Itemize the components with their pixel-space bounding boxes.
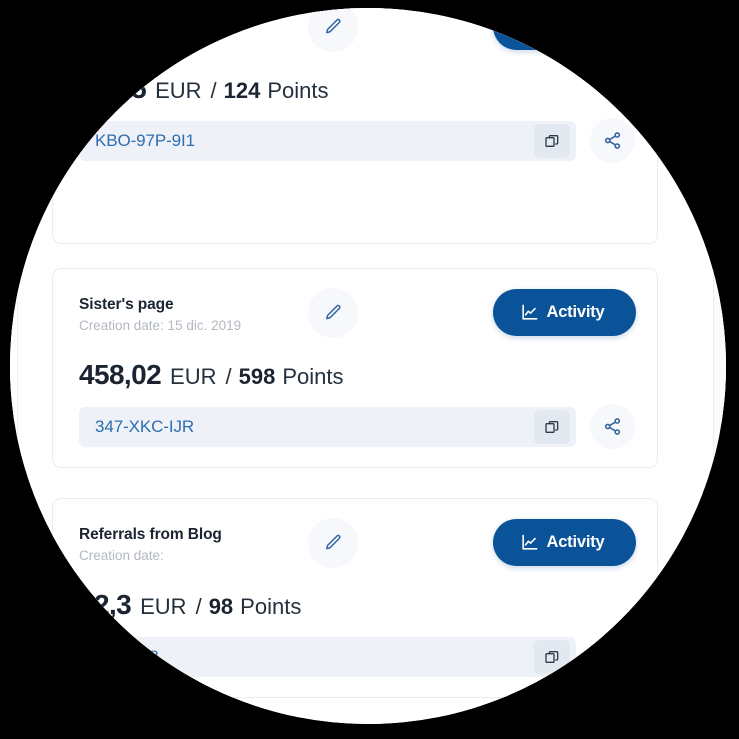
card-creation-date: Creation date: 15 dic. 2019	[79, 318, 242, 333]
amount-separator: /	[210, 78, 217, 103]
share-button[interactable]	[590, 634, 635, 679]
card-title: Referrals from Blog	[79, 526, 222, 543]
line-chart-icon	[520, 533, 539, 552]
points-value: 598	[238, 364, 276, 389]
amount-row: 23,45 EUR / 124 Points	[79, 73, 329, 105]
circular-mask-window: page ion date: 8 jul. 2020 Activity 23,4…	[10, 8, 726, 724]
activity-button-label: Activity	[546, 533, 605, 551]
amount-value: 12,3	[79, 589, 132, 620]
share-button[interactable]	[590, 404, 635, 449]
currency-label: EUR	[140, 594, 187, 619]
background-panel-right	[713, 8, 726, 724]
copy-button[interactable]	[534, 409, 570, 444]
referral-code-row: KBO-97P-9I1	[79, 118, 635, 163]
pencil-icon	[323, 303, 343, 323]
share-nodes-icon	[603, 131, 622, 150]
pencil-icon	[323, 533, 343, 553]
card-title-block: page ion date: 8 jul. 2020	[79, 9, 197, 49]
currency-label: EUR	[155, 78, 202, 103]
activity-button[interactable]: Activity	[493, 289, 636, 336]
page-surface: page ion date: 8 jul. 2020 Activity 23,4…	[10, 8, 726, 724]
edit-button[interactable]	[308, 8, 358, 52]
referral-card: Sister's page Creation date: 15 dic. 201…	[52, 268, 658, 468]
amount-value: 23,45	[79, 73, 147, 104]
line-chart-icon	[520, 303, 539, 322]
referral-code-text: 347-XKC-IJR	[95, 416, 195, 436]
copy-button[interactable]	[534, 639, 570, 674]
edit-button[interactable]	[308, 518, 358, 568]
referral-code-text: EHI-AL8	[95, 646, 159, 666]
edit-button[interactable]	[308, 288, 358, 338]
activity-button-label: Activity	[546, 17, 605, 35]
referral-card: page ion date: 8 jul. 2020 Activity 23,4…	[52, 8, 658, 244]
points-value: 98	[208, 594, 234, 619]
activity-button[interactable]: Activity	[493, 519, 636, 566]
card-header: Referrals from Blog Creation date: Activ…	[53, 499, 657, 568]
amount-row: 12,3 EUR / 98 Points	[79, 589, 301, 621]
share-nodes-icon	[603, 647, 622, 666]
background-panel-left	[10, 238, 18, 486]
points-label: Points	[240, 594, 302, 619]
currency-label: EUR	[170, 364, 217, 389]
amount-separator: /	[195, 594, 202, 619]
referral-code-field[interactable]: KBO-97P-9I1	[79, 120, 576, 161]
copy-icon	[544, 133, 560, 149]
line-chart-icon	[520, 17, 539, 36]
card-header: Sister's page Creation date: 15 dic. 201…	[53, 269, 657, 338]
card-title: Sister's page	[79, 296, 174, 313]
copy-button[interactable]	[534, 123, 570, 158]
amount-value: 458,02	[79, 359, 162, 390]
referral-code-field[interactable]: 347-XKC-IJR	[79, 406, 576, 447]
copy-icon	[544, 419, 560, 435]
referral-code-row: EHI-AL8	[79, 634, 635, 679]
card-title-block: Referrals from Blog Creation date:	[79, 525, 222, 565]
pencil-icon	[323, 17, 343, 37]
card-header: page ion date: 8 jul. 2020 Activity	[53, 8, 657, 52]
amount-separator: /	[225, 364, 232, 389]
referral-code-field[interactable]: EHI-AL8	[79, 636, 576, 677]
copy-icon	[544, 649, 560, 665]
screenshot-viewport: page ion date: 8 jul. 2020 Activity 23,4…	[0, 0, 739, 739]
activity-button[interactable]: Activity	[493, 8, 636, 50]
card-title-block: Sister's page Creation date: 15 dic. 201…	[79, 295, 241, 335]
share-nodes-icon	[603, 417, 622, 436]
card-title: page	[79, 10, 115, 27]
card-creation-date: ion date: 8 jul. 2020	[79, 32, 197, 47]
amount-row: 458,02 EUR / 598 Points	[79, 359, 344, 391]
points-label: Points	[267, 78, 329, 103]
referral-code-row: 347-XKC-IJR	[79, 404, 635, 449]
points-value: 124	[223, 78, 261, 103]
referral-card: Referrals from Blog Creation date: Activ…	[52, 498, 658, 698]
card-creation-date: Creation date:	[79, 548, 164, 563]
activity-button-label: Activity	[546, 303, 605, 321]
points-label: Points	[282, 364, 344, 389]
share-button[interactable]	[590, 118, 635, 163]
referral-code-text: KBO-97P-9I1	[95, 130, 196, 150]
